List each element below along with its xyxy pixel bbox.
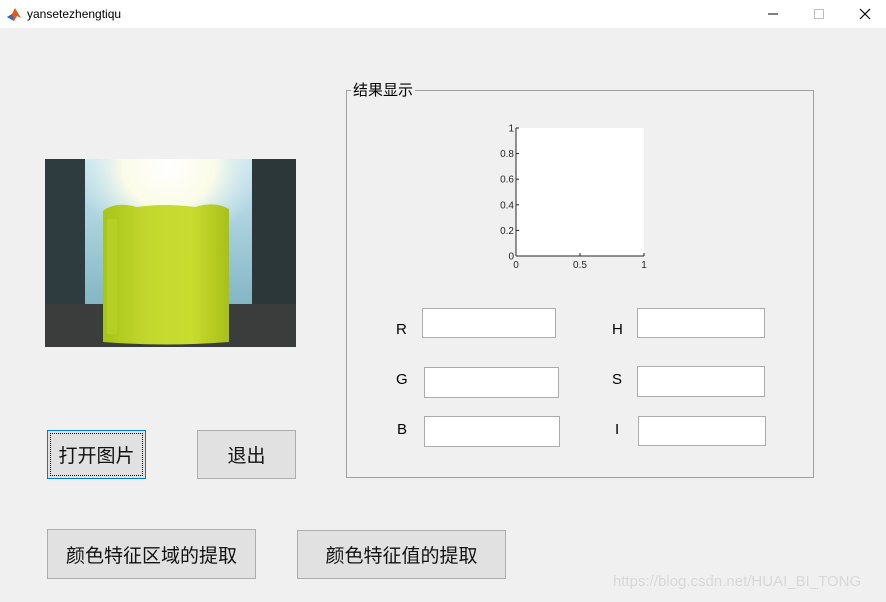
- window-title: yansetezhengtiqu: [27, 7, 122, 21]
- s-value-field[interactable]: [637, 366, 765, 397]
- y-tick-label: 1: [508, 124, 514, 135]
- y-tick-label: 0.8: [500, 149, 514, 160]
- maximize-icon: [814, 9, 824, 19]
- b-value-field[interactable]: [424, 416, 560, 447]
- y-tick-label: 0.2: [500, 226, 514, 237]
- label-h: H: [612, 321, 623, 338]
- image-axes: [45, 159, 296, 347]
- minimize-icon: [768, 13, 778, 15]
- x-tick-label: 1: [641, 260, 647, 271]
- label-g: G: [396, 371, 408, 388]
- open-image-button[interactable]: 打开图片: [47, 430, 146, 479]
- label-s: S: [612, 371, 623, 388]
- x-tick-label: 0: [513, 260, 519, 271]
- h-value-field[interactable]: [637, 308, 765, 338]
- close-button[interactable]: [842, 0, 886, 28]
- label-i: I: [615, 421, 620, 438]
- extract-region-label: 颜色特征区域的提取: [65, 544, 237, 567]
- x-tick-label: 0.5: [573, 260, 587, 271]
- watermark-text: https://blog.csdn.net/HUAI_BI_TONG: [613, 573, 862, 590]
- result-panel-title: 结果显示: [351, 80, 416, 100]
- open-image-label: 打开图片: [58, 445, 135, 467]
- maximize-button[interactable]: [796, 0, 842, 28]
- minimize-button[interactable]: [750, 0, 796, 28]
- g-value-field[interactable]: [424, 367, 559, 398]
- result-axes: 00.20.40.60.810 0.5 1: [500, 124, 647, 272]
- extract-region-button[interactable]: 颜色特征区域的提取: [47, 529, 256, 579]
- y-tick-label: 0.4: [500, 200, 514, 211]
- plot-area: [516, 128, 644, 256]
- label-b: B: [397, 421, 408, 438]
- extract-values-button[interactable]: 颜色特征值的提取: [297, 530, 506, 579]
- r-value-field[interactable]: [422, 308, 556, 338]
- title-bar: yansetezhengtiqu: [0, 0, 886, 28]
- i-value-field[interactable]: [638, 416, 766, 446]
- y-tick-label: 0.6: [500, 175, 514, 186]
- label-r: R: [396, 321, 407, 338]
- focus-outline: 打开图片: [50, 433, 143, 476]
- close-icon: [859, 8, 871, 20]
- extract-values-label: 颜色特征值的提取: [325, 545, 478, 567]
- exit-button[interactable]: 退出: [197, 430, 296, 479]
- sample-photo: [45, 159, 296, 347]
- exit-label: 退出: [227, 445, 266, 467]
- matlab-icon: [6, 6, 22, 22]
